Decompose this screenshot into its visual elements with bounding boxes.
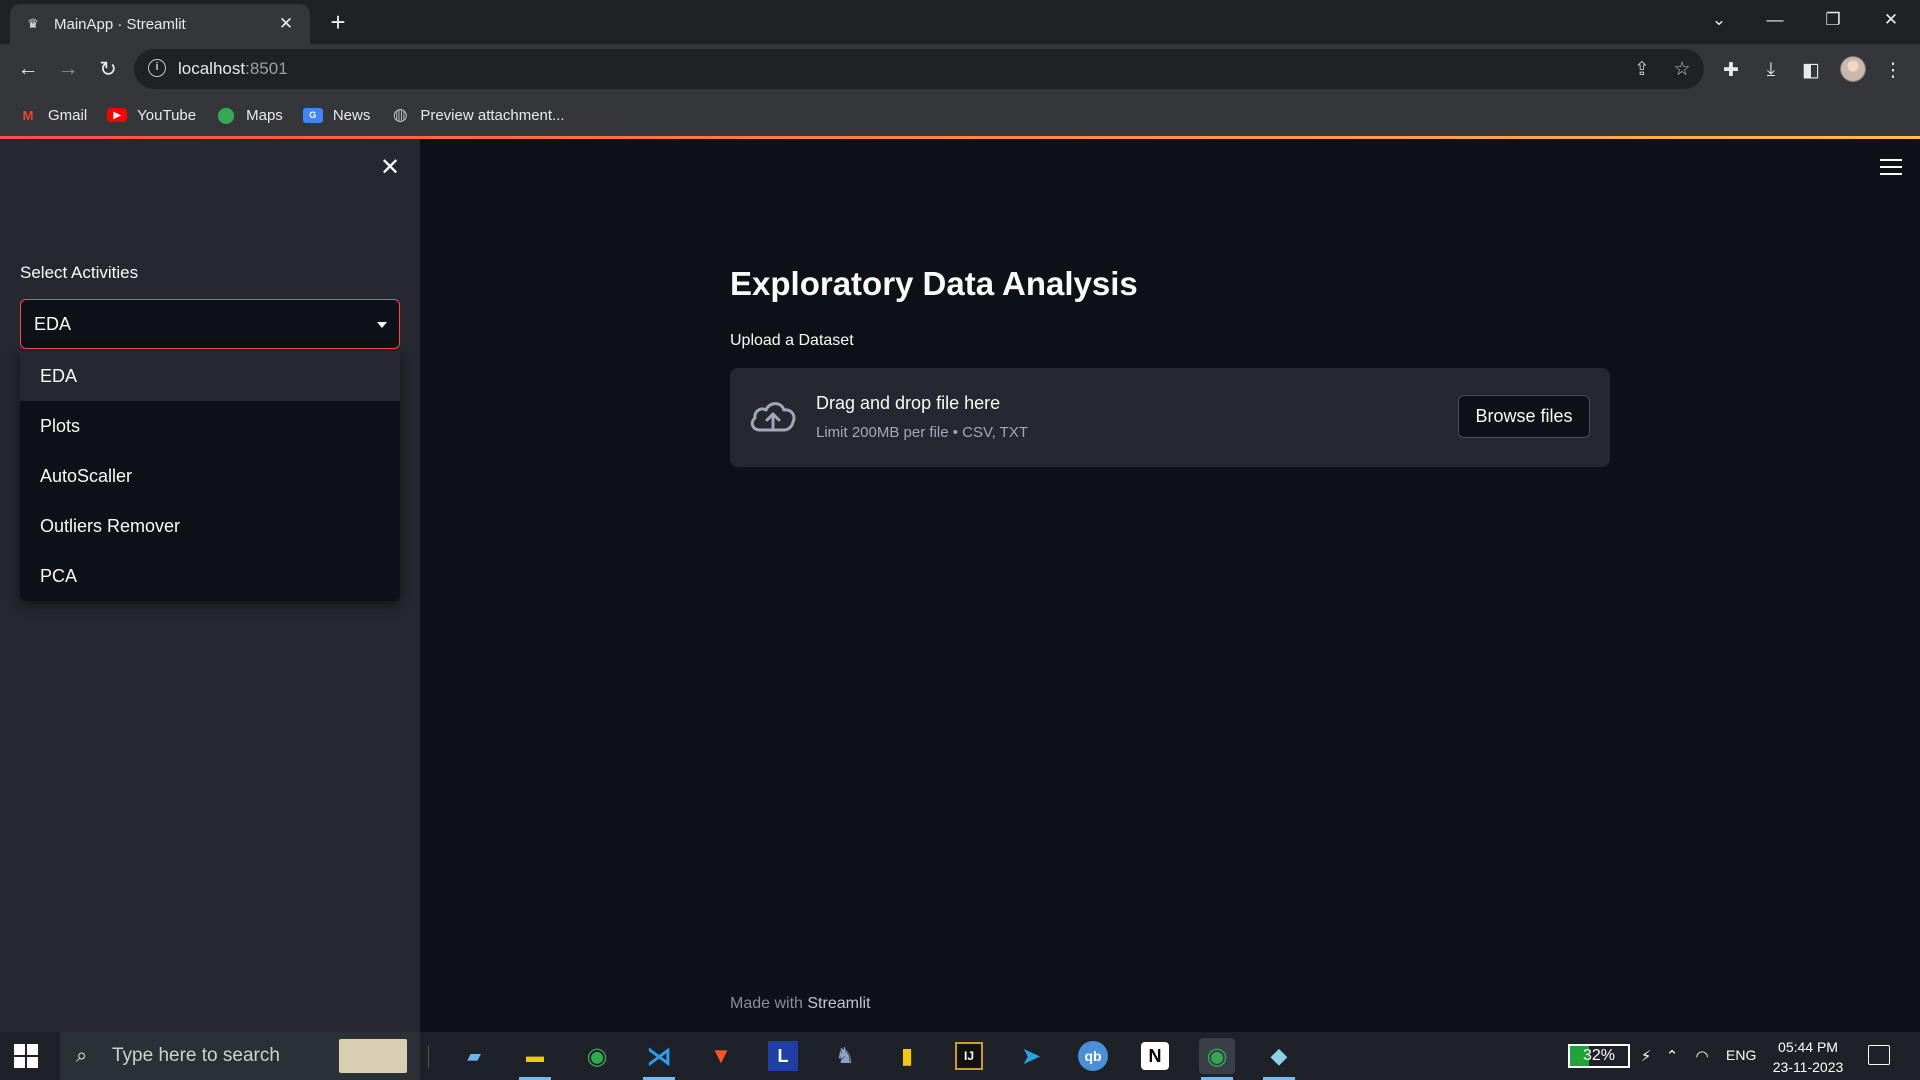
gmail-icon: M xyxy=(22,107,34,123)
app-menu-icon[interactable] xyxy=(1880,158,1902,176)
battery-percent: 32% xyxy=(1582,1047,1616,1064)
option-outliers-remover[interactable]: Outliers Remover xyxy=(20,501,400,551)
browser-tabstrip: ♛ MainApp · Streamlit ✕ + ⌄ — ❐ ✕ xyxy=(0,0,1920,44)
option-pca[interactable]: PCA xyxy=(20,551,400,601)
file-explorer-icon[interactable]: ▬ xyxy=(517,1038,553,1080)
tab-search-icon[interactable]: ⌄ xyxy=(1696,0,1742,40)
browse-files-button[interactable]: Browse files xyxy=(1458,395,1590,438)
option-autoscaller[interactable]: AutoScaller xyxy=(20,451,400,501)
tab-title: MainApp · Streamlit xyxy=(54,15,186,33)
wifi-icon[interactable]: ◠ xyxy=(1692,1046,1712,1066)
battery-indicator[interactable]: 32% xyxy=(1568,1044,1630,1068)
charging-plug-icon: ⚡ xyxy=(1640,1048,1652,1065)
address-bar[interactable]: i localhost:8501 ⇪ ☆ xyxy=(134,49,1704,89)
intellij-icon[interactable]: IJ xyxy=(951,1038,987,1074)
option-eda[interactable]: EDA xyxy=(20,351,400,401)
postgresql-icon[interactable]: ♞ xyxy=(827,1038,863,1074)
tab-close-icon[interactable]: ✕ xyxy=(276,14,296,34)
tray-expand-icon[interactable]: ⌃ xyxy=(1662,1046,1682,1066)
qbittorrent-icon[interactable]: qb xyxy=(1075,1038,1111,1074)
side-panel-icon[interactable]: ◧ xyxy=(1798,57,1824,83)
activities-dropdown-list: EDA Plots AutoScaller Outliers Remover P… xyxy=(20,351,400,601)
sidebar: ✕ Select Activities EDA EDA Plots AutoSc… xyxy=(0,139,420,1032)
extensions-icon[interactable]: ✚ xyxy=(1718,57,1744,83)
download-icon[interactable]: ⤓ xyxy=(1758,57,1784,83)
chrome-icon[interactable]: ◉ xyxy=(579,1038,615,1074)
taskbar-search-placeholder: Type here to search xyxy=(112,1045,280,1066)
file-dropzone[interactable]: Drag and drop file here Limit 200MB per … xyxy=(730,368,1610,467)
l-app-icon[interactable]: L xyxy=(765,1038,801,1074)
maps-icon: ⬤ xyxy=(217,107,236,124)
power-bi-icon[interactable]: ▮ xyxy=(889,1038,925,1074)
page-title: Exploratory Data Analysis xyxy=(730,265,1138,302)
upload-label: Upload a Dataset xyxy=(730,332,854,349)
telegram-icon[interactable]: ➤ xyxy=(1013,1038,1049,1074)
back-button[interactable]: ← xyxy=(12,53,44,85)
select-activities-label: Select Activities xyxy=(20,263,139,282)
reload-button[interactable]: ↻ xyxy=(92,53,124,85)
new-tab-button[interactable]: + xyxy=(324,8,352,36)
clock-date: 23-11-2023 xyxy=(1772,1059,1844,1075)
notepad-app-icon[interactable]: ◆ xyxy=(1261,1038,1297,1080)
activities-select[interactable]: EDA xyxy=(20,299,400,349)
option-plots[interactable]: Plots xyxy=(20,401,400,451)
search-highlight-image xyxy=(338,1038,408,1074)
bookmark-preview-attachment[interactable]: ◍ Preview attachment... xyxy=(390,105,565,125)
footer-text: Made with xyxy=(730,995,808,1012)
brave-icon[interactable]: ▼ xyxy=(703,1038,739,1074)
footer: Made with Streamlit xyxy=(730,995,871,1013)
restore-button[interactable]: ❐ xyxy=(1810,0,1856,40)
notification-center-icon[interactable] xyxy=(1868,1045,1890,1065)
windows-taskbar: ⌕ Type here to search ▰ ▬ ◉ ⋊ ▼ L ♞ ▮ IJ… xyxy=(0,1032,1920,1080)
bookmark-news[interactable]: G News xyxy=(302,107,370,124)
browser-tab[interactable]: ♛ MainApp · Streamlit ✕ xyxy=(10,4,310,44)
forward-button[interactable]: → xyxy=(52,53,84,85)
close-window-button[interactable]: ✕ xyxy=(1868,0,1914,40)
chrome-active-icon[interactable]: ◉ xyxy=(1199,1038,1235,1080)
site-info-icon[interactable]: i xyxy=(148,59,166,77)
clock[interactable]: 05:44 PM 23-11-2023 xyxy=(1768,1037,1848,1077)
minimize-button[interactable]: — xyxy=(1752,0,1798,40)
bookmark-gmail[interactable]: M Gmail xyxy=(18,105,88,125)
bookmark-youtube[interactable]: ▶ YouTube xyxy=(107,107,196,124)
notion-icon[interactable]: N xyxy=(1137,1038,1173,1074)
search-icon: ⌕ xyxy=(76,1044,88,1067)
clock-time: 05:44 PM xyxy=(1778,1039,1838,1055)
language-indicator[interactable]: ENG xyxy=(1726,1047,1756,1063)
streamlit-favicon-icon: ♛ xyxy=(27,16,39,31)
sidebar-close-icon[interactable]: ✕ xyxy=(376,153,404,181)
cloud-upload-icon xyxy=(750,402,796,432)
url-text: localhost:8501 xyxy=(178,59,288,78)
profile-avatar[interactable] xyxy=(1840,56,1866,82)
share-icon[interactable]: ⇪ xyxy=(1630,57,1654,81)
bookmark-star-icon[interactable]: ☆ xyxy=(1670,57,1694,81)
dropzone-title: Drag and drop file here xyxy=(816,393,1001,413)
windows-start-icon[interactable] xyxy=(14,1044,38,1068)
vscode-icon[interactable]: ⋊ xyxy=(641,1038,677,1080)
select-current-value: EDA xyxy=(34,314,72,334)
desktop-app-icon[interactable]: ▰ xyxy=(456,1038,492,1074)
taskbar-search[interactable]: ⌕ Type here to search xyxy=(60,1032,420,1080)
caret-down-icon xyxy=(377,322,387,328)
youtube-icon: ▶ xyxy=(107,108,128,122)
streamlit-link[interactable]: Streamlit xyxy=(807,995,870,1012)
taskbar-divider xyxy=(428,1046,429,1068)
dropzone-subtitle: Limit 200MB per file • CSV, TXT xyxy=(816,424,1028,441)
bookmarks-bar: M Gmail ▶ YouTube ⬤ Maps G News ◍ Previe… xyxy=(0,94,1920,136)
browser-menu-icon[interactable]: ⋮ xyxy=(1880,57,1906,83)
browser-toolbar: ← → ↻ i localhost:8501 ⇪ ☆ ✚ ⤓ ◧ ⋮ xyxy=(0,44,1920,94)
globe-icon: ◍ xyxy=(392,105,408,124)
news-icon: G xyxy=(302,107,323,123)
bookmark-maps[interactable]: ⬤ Maps xyxy=(216,105,283,125)
